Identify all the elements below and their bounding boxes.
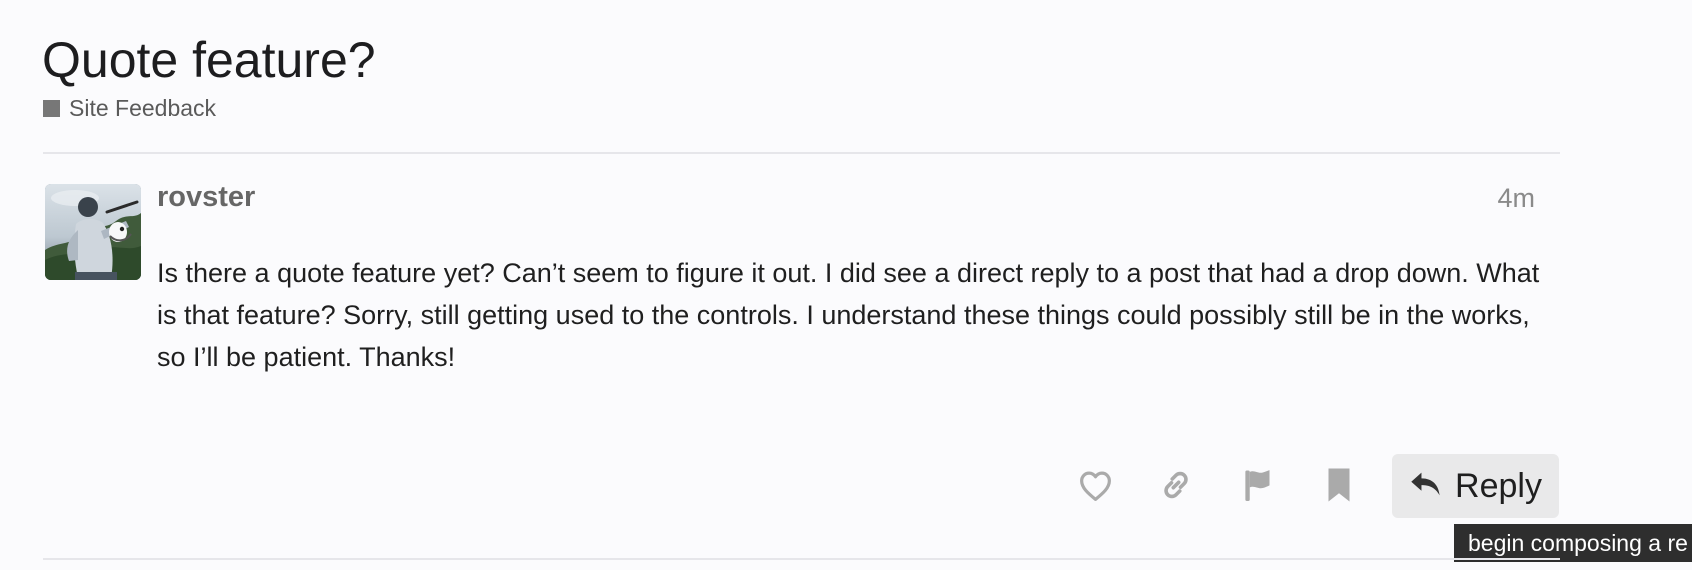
reply-label: Reply: [1455, 467, 1542, 505]
post-username[interactable]: rovster: [157, 179, 255, 215]
post-divider-top: [43, 152, 1560, 154]
post-body: Is there a quote feature yet? Can’t seem…: [157, 258, 1540, 372]
reply-tooltip: begin composing a re: [1454, 524, 1692, 562]
avatar[interactable]: [45, 184, 141, 280]
heart-icon: [1078, 469, 1113, 502]
reply-button[interactable]: Reply: [1392, 454, 1559, 518]
post-date[interactable]: 4m: [1497, 181, 1535, 215]
like-button[interactable]: [1067, 457, 1123, 513]
post-divider-bottom: [43, 558, 1560, 560]
category-color-badge: [43, 99, 60, 117]
topic-title: Quote feature?: [42, 32, 376, 88]
bookmark-icon: [1325, 467, 1353, 503]
bookmark-button[interactable]: [1311, 457, 1367, 513]
flag-icon: [1241, 467, 1273, 503]
category-link[interactable]: Site Feedback: [43, 94, 216, 122]
link-icon: [1158, 467, 1194, 503]
category-name: Site Feedback: [69, 94, 217, 121]
reply-arrow-icon: [1409, 469, 1443, 504]
flag-button[interactable]: [1229, 457, 1285, 513]
copy-link-button[interactable]: [1148, 457, 1204, 513]
